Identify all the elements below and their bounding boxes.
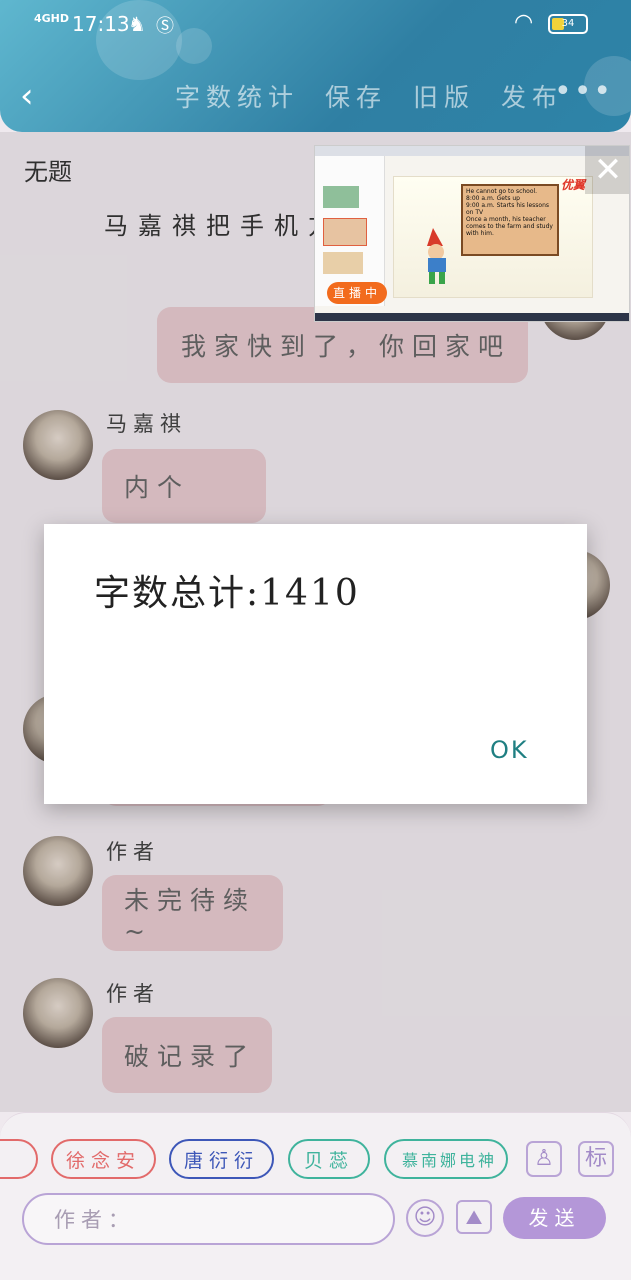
slide-thumbnail (323, 252, 363, 274)
slide-line: He cannot go to school. (466, 188, 538, 195)
battery-level: 34 (561, 18, 575, 29)
app-header: 4GHD 17:13 ♞ Ⓢ ◠ 34 ‹ 字数统计 保存 旧版 发布 ••• (0, 0, 631, 132)
character-chip[interactable]: 慕南娜电神 (384, 1139, 508, 1179)
app-notification-icon: Ⓢ (156, 16, 174, 37)
wifi-icon: ◠ (514, 10, 534, 35)
slide-thumbnail (323, 218, 367, 246)
back-button[interactable]: ‹ (20, 76, 50, 116)
clock: 17:13 (72, 12, 130, 36)
editor-toolbar: 字数统计 保存 旧版 发布 (175, 78, 563, 118)
video-taskbar (315, 313, 629, 321)
character-chip[interactable]: 徐念安 (51, 1139, 156, 1179)
person-icon[interactable]: ♙ (526, 1141, 562, 1177)
slide-line: Once a month, his teacher comes to the f… (466, 216, 553, 237)
emoji-icon[interactable]: ☺ (406, 1199, 444, 1237)
signal-indicator: 4GHD (34, 12, 70, 25)
character-chip[interactable]: 唐衍衍 (169, 1139, 274, 1179)
live-badge: 直播中 (327, 282, 387, 304)
more-menu-button[interactable]: ••• (554, 74, 613, 109)
qq-icon: ♞ (128, 12, 146, 36)
message-input[interactable]: 作者： (22, 1193, 395, 1245)
close-icon[interactable]: ✕ (585, 146, 629, 194)
video-logo: 优翼 (561, 178, 586, 192)
word-count-dialog: 字数总计:1410 OK (44, 524, 587, 804)
status-bar: 4GHD 17:13 ♞ Ⓢ ◠ 34 (0, 0, 631, 48)
gnome-illustration (427, 228, 446, 284)
input-placeholder: 作者： (54, 1208, 135, 1232)
dialog-message: 字数总计:1410 (94, 573, 360, 614)
slide-line: 8:00 a.m. Gets up (466, 195, 520, 202)
slide-thumbnail (323, 186, 359, 208)
save-button[interactable]: 保存 (325, 78, 387, 118)
old-version-button[interactable]: 旧版 (413, 78, 475, 118)
slide-line: 9:00 a.m. Starts his lessons on TV (466, 202, 550, 216)
tag-button[interactable]: 标 (578, 1141, 614, 1177)
ok-button[interactable]: OK (490, 736, 529, 764)
video-app-titlebar (315, 146, 629, 156)
image-icon[interactable]: ⛰ (456, 1200, 492, 1234)
battery-indicator: 34 (548, 14, 588, 34)
word-count-button[interactable]: 字数统计 (175, 78, 299, 118)
send-button[interactable]: 发送 (503, 1197, 606, 1239)
slide-textbox: He cannot go to school. 8:00 a.m. Gets u… (461, 184, 559, 256)
floating-live-video[interactable]: He cannot go to school. 8:00 a.m. Gets u… (314, 145, 630, 322)
character-chip[interactable]: 贝蕊 (288, 1139, 370, 1179)
